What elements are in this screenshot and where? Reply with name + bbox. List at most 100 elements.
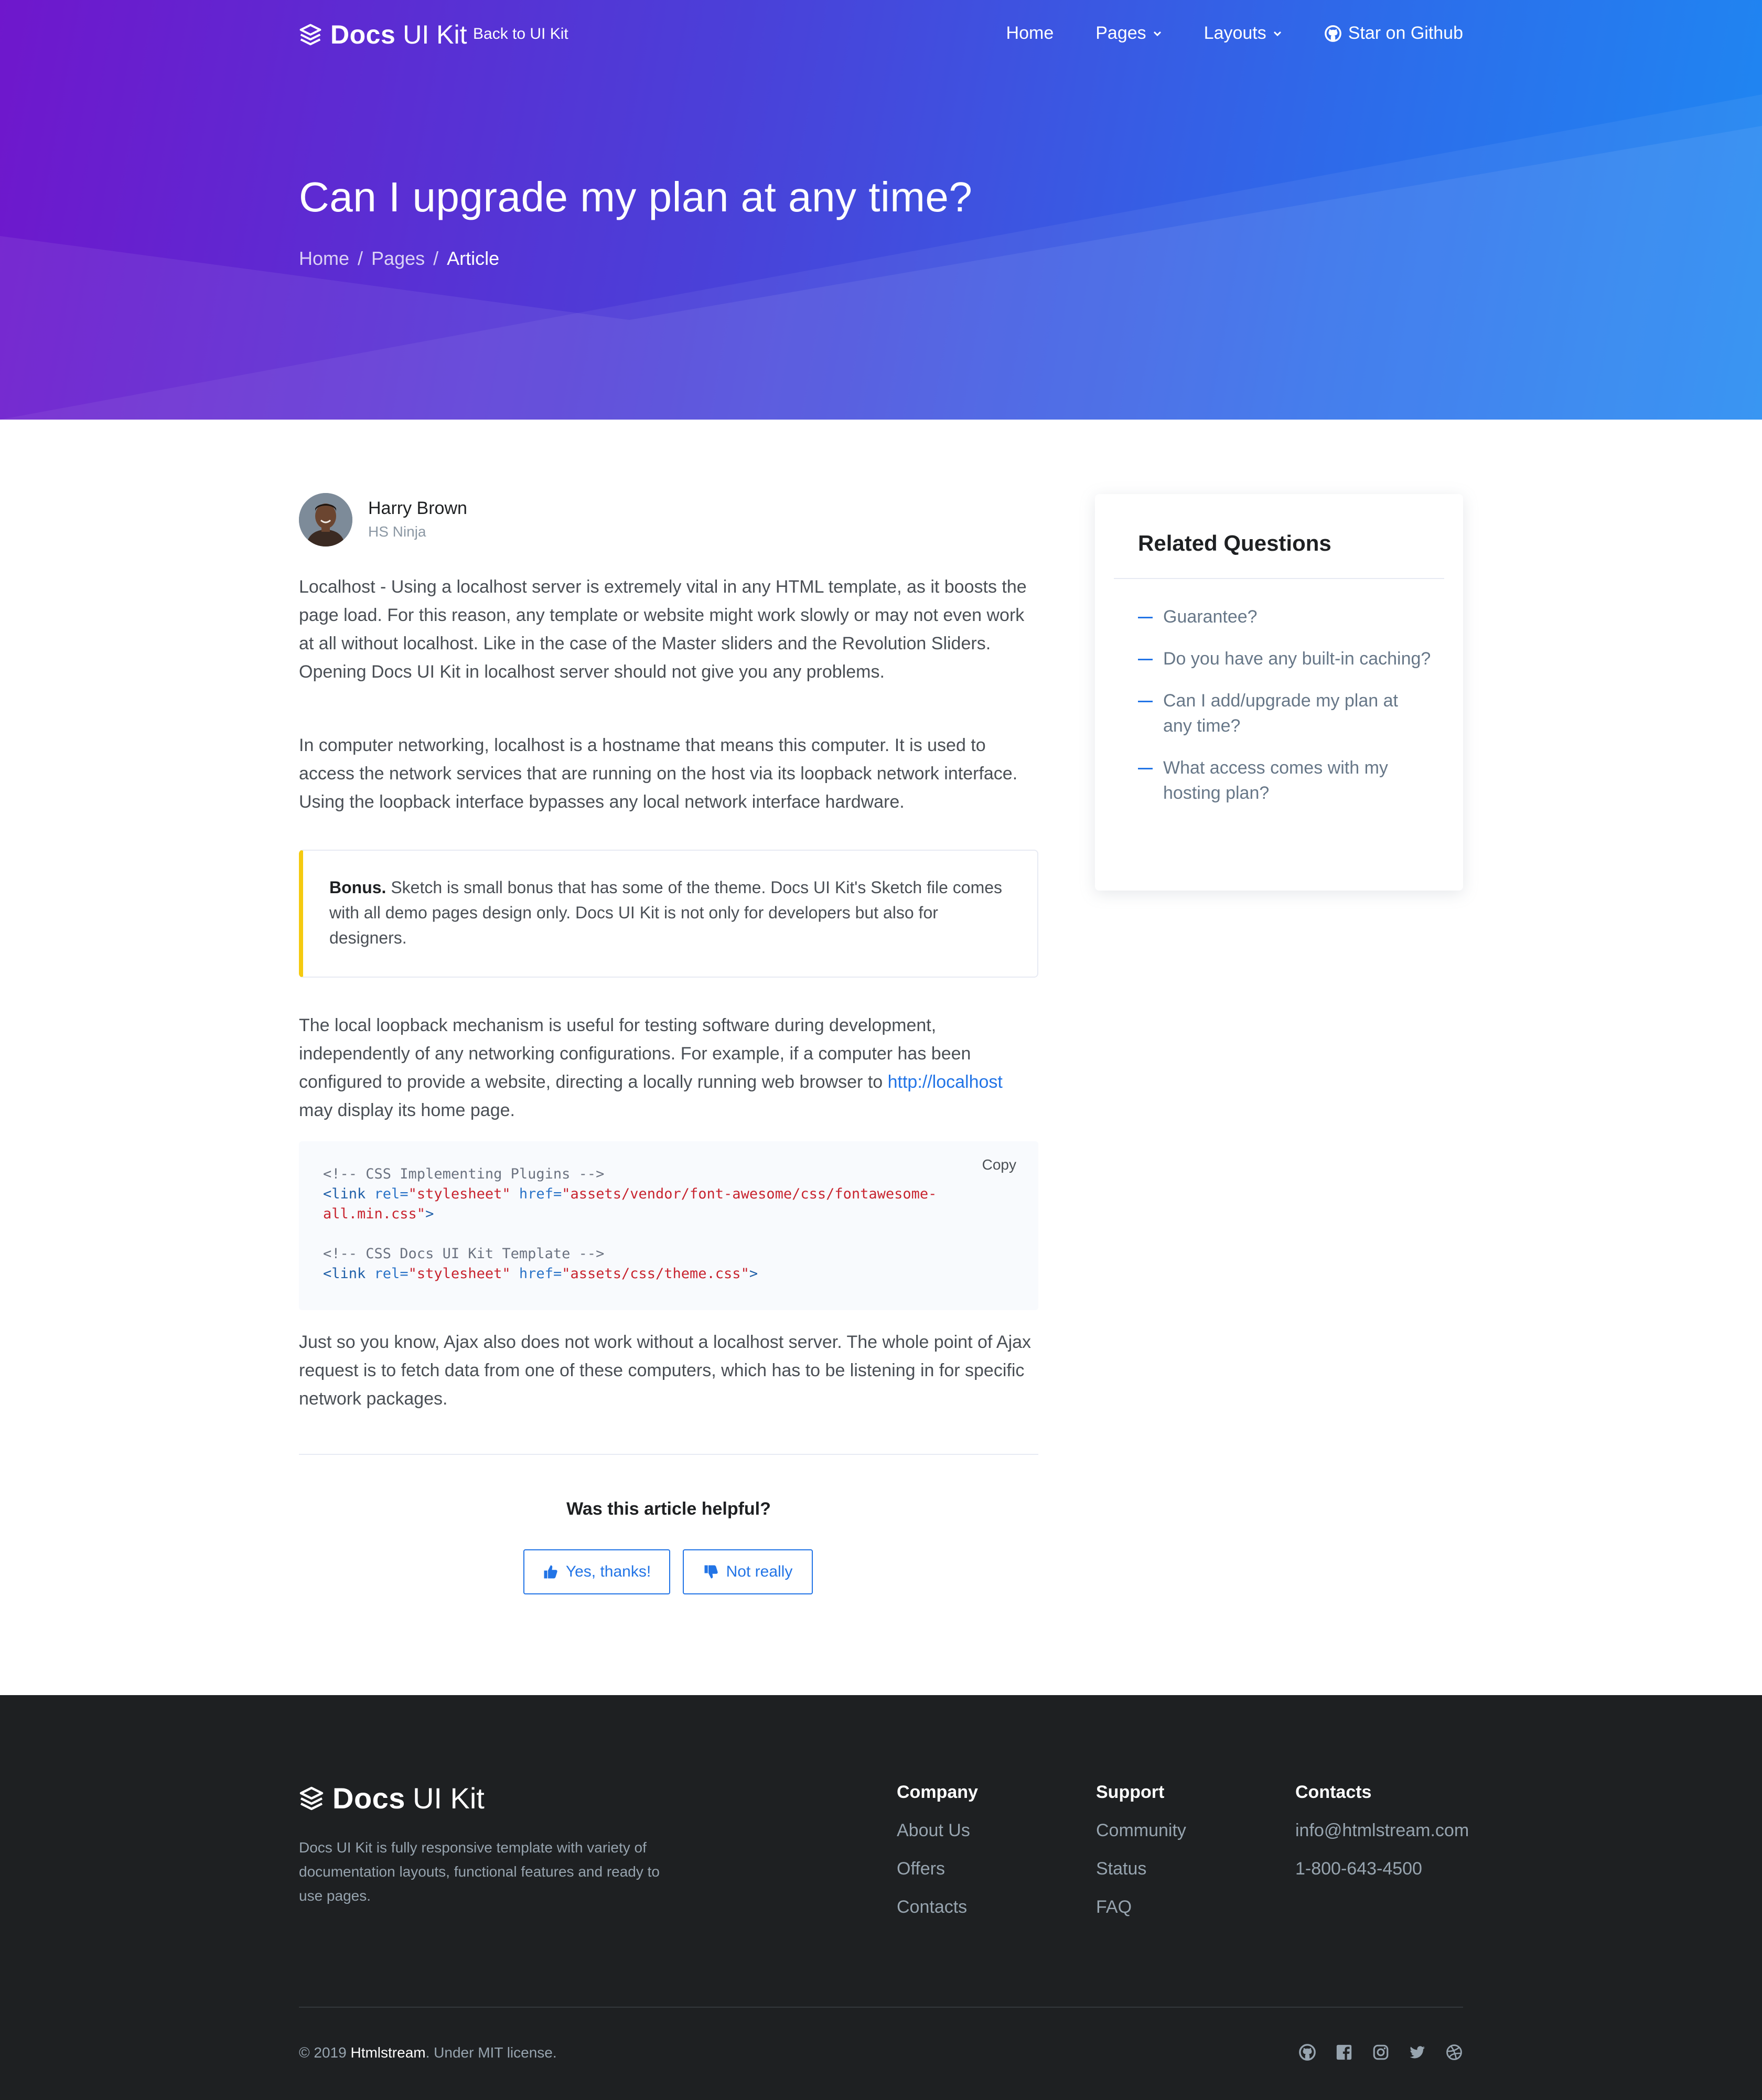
copyright-text: © 2019 Htmlstream. Under MIT license. <box>299 2044 557 2061</box>
hero-header: Docs UI Kit Back to UI Kit Home Pages La… <box>0 0 1762 420</box>
footer-column-title: Support <box>1096 1782 1165 1802</box>
author-name: Harry Brown <box>368 498 467 518</box>
code-attr: rel= <box>374 1186 409 1202</box>
hero-content: Can I upgrade my plan at any time? Home … <box>299 0 1463 420</box>
code-tag: > <box>425 1206 434 1222</box>
code-attr: href= <box>519 1266 562 1282</box>
article-paragraph: The local loopback mechanism is useful f… <box>299 1011 1038 1124</box>
callout-bold-label: Bonus. <box>329 878 386 897</box>
dribbble-icon <box>1446 2044 1462 2060</box>
brand-suffix: UI Kit <box>412 1782 485 1815</box>
related-question-link[interactable]: Can I add/upgrade my plan at any time? <box>1138 688 1432 738</box>
footer-brand-logo[interactable]: Docs UI Kit <box>299 1781 485 1815</box>
bonus-callout: Bonus. Sketch is small bonus that has so… <box>299 850 1038 978</box>
code-line: <!-- CSS Docs UI Kit Template --> <box>323 1244 1014 1264</box>
copy-code-button[interactable]: Copy <box>982 1155 1016 1175</box>
footer-link-community[interactable]: Community <box>1096 1820 1186 1841</box>
code-string: "stylesheet" <box>408 1186 511 1202</box>
dash-icon <box>1138 659 1153 660</box>
breadcrumb-home[interactable]: Home <box>299 248 349 270</box>
footer-column-contacts: Contacts info@htmlstream.com 1-800-643-4… <box>1295 1782 1469 1897</box>
footer-column-title: Contacts <box>1295 1782 1372 1802</box>
divider <box>299 2007 1463 2008</box>
related-question-link[interactable]: What access comes with my hosting plan? <box>1138 755 1432 806</box>
code-tag: > <box>749 1266 758 1282</box>
divider <box>1114 578 1444 579</box>
helpful-yes-button[interactable]: Yes, thanks! <box>523 1549 670 1594</box>
twitter-icon <box>1410 2046 1425 2059</box>
social-links <box>1280 2043 1463 2064</box>
footer-link-about-us[interactable]: About Us <box>897 1820 978 1841</box>
dribbble-link[interactable] <box>1426 2043 1463 2064</box>
footer-column-company: Company About Us Offers Contacts <box>897 1782 978 1935</box>
page-title: Can I upgrade my plan at any time? <box>299 174 973 220</box>
button-label: Not really <box>726 1563 793 1580</box>
breadcrumb-article: Article <box>447 248 500 269</box>
divider <box>299 1454 1038 1455</box>
instagram-icon <box>1373 2044 1389 2060</box>
htmlstream-link[interactable]: Htmlstream <box>350 2044 425 2061</box>
button-label: Yes, thanks! <box>565 1563 651 1580</box>
question-label: What access comes with my hosting plan? <box>1163 758 1388 803</box>
breadcrumb-separator: / <box>358 248 363 269</box>
github-link[interactable] <box>1280 2043 1316 2064</box>
article-paragraph: Localhost - Using a localhost server is … <box>299 577 1027 682</box>
question-label: Guarantee? <box>1163 607 1258 627</box>
footer-description: Docs UI Kit is fully responsive template… <box>299 1839 660 1904</box>
footer-link-offers[interactable]: Offers <box>897 1859 978 1879</box>
code-line: <link rel="stylesheet" href="assets/vend… <box>323 1184 1014 1204</box>
footer-link-faq[interactable]: FAQ <box>1096 1897 1186 1917</box>
thumbs-down-icon <box>704 1565 718 1579</box>
breadcrumb: Home / Pages / Article <box>299 248 499 270</box>
article-paragraph: Just so you know, Ajax also does not wor… <box>299 1332 1032 1409</box>
brand-name: Docs <box>332 1782 405 1815</box>
code-line: <link rel="stylesheet" href="assets/css/… <box>323 1264 1014 1284</box>
paragraph-text: may display its home page. <box>299 1100 515 1120</box>
related-questions-list: Guarantee? Do you have any built-in cach… <box>1138 604 1432 822</box>
dash-icon <box>1138 768 1153 769</box>
question-label: Can I add/upgrade my plan at any time? <box>1163 691 1398 736</box>
helpful-question: Was this article helpful? <box>566 1499 771 1519</box>
copyright-suffix: . Under MIT license. <box>425 2044 557 2061</box>
breadcrumb-pages[interactable]: Pages <box>371 248 425 270</box>
code-string: "stylesheet" <box>408 1266 511 1282</box>
dash-icon <box>1138 617 1153 618</box>
author-role: HS Ninja <box>368 523 426 540</box>
avatar <box>299 493 352 547</box>
article-main: Harry Brown HS Ninja Localhost - Using a… <box>299 493 1038 1594</box>
code-attr: rel= <box>374 1266 409 1282</box>
code-line: all.min.css"> <box>323 1204 1014 1224</box>
related-question-link[interactable]: Do you have any built-in caching? <box>1138 646 1432 671</box>
code-line: <!-- CSS Implementing Plugins --> <box>323 1164 1014 1184</box>
breadcrumb-separator: / <box>433 248 439 269</box>
related-question-link[interactable]: Guarantee? <box>1138 604 1432 629</box>
dash-icon <box>1138 701 1153 702</box>
site-footer: Docs UI Kit Docs UI Kit is fully respons… <box>0 1695 1762 2100</box>
related-questions-card: Related Questions Guarantee? Do you have… <box>1095 494 1463 891</box>
facebook-icon <box>1336 2044 1352 2060</box>
callout-text: Sketch is small bonus that has some of t… <box>329 878 1003 947</box>
github-icon <box>1299 2044 1316 2061</box>
twitter-link[interactable] <box>1390 2043 1426 2064</box>
helpful-no-button[interactable]: Not really <box>683 1549 813 1594</box>
card-title: Related Questions <box>1138 531 1331 555</box>
thumbs-up-icon <box>544 1565 557 1579</box>
facebook-link[interactable] <box>1316 2043 1353 2064</box>
localhost-link[interactable]: http://localhost <box>888 1072 1003 1092</box>
code-string: "assets/css/theme.css" <box>562 1266 749 1282</box>
author-block: Harry Brown HS Ninja <box>299 493 1038 548</box>
footer-link-email[interactable]: info@htmlstream.com <box>1295 1820 1469 1841</box>
layers-icon <box>299 1786 324 1810</box>
instagram-link[interactable] <box>1353 2043 1390 2064</box>
question-label: Do you have any built-in caching? <box>1163 649 1431 669</box>
footer-link-contacts[interactable]: Contacts <box>897 1897 978 1917</box>
footer-link-phone[interactable]: 1-800-643-4500 <box>1295 1859 1469 1879</box>
author-photo <box>299 493 352 547</box>
article-paragraph: In computer networking, localhost is a h… <box>299 735 1018 812</box>
footer-link-status[interactable]: Status <box>1096 1859 1186 1879</box>
code-comment: <!-- CSS Implementing Plugins --> <box>323 1166 605 1182</box>
code-string: "assets/vendor/font-awesome/css/fontawes… <box>562 1186 937 1202</box>
code-tag: <link <box>323 1266 366 1282</box>
footer-column-support: Support Community Status FAQ <box>1096 1782 1186 1935</box>
